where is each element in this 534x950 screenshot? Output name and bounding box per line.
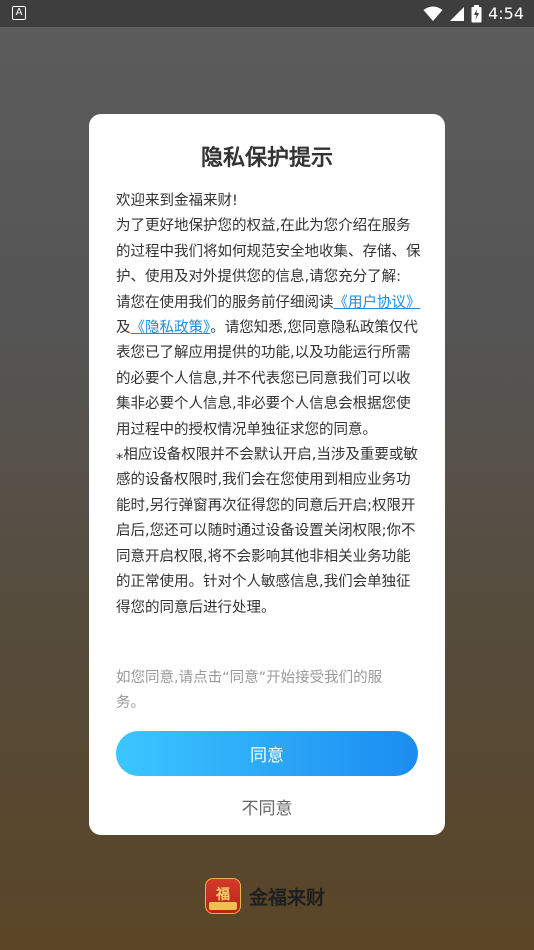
battery-icon (471, 4, 482, 22)
dialog-title: 隐私保护提示 (200, 146, 333, 171)
app-notification-icon: A (12, 6, 26, 20)
welcome-text: 欢迎来到金福来财! (116, 193, 238, 209)
brand-footer: 福 金福来财 (205, 877, 325, 915)
status-bar: A 4:54 (0, 0, 534, 27)
intro-text: 为了更好地保护您的权益,在此为您介绍在服务的过程中我们将如何规范安全地收集、存储… (116, 218, 421, 286)
app-logo: 福 (205, 878, 241, 914)
permission-text: ⁎相应设备权限并不会默认开启,当涉及重要或敏感的设备权限时,我们会在您使用到相应… (116, 447, 418, 616)
brand-name: 金福来财 (249, 886, 326, 909)
policy-paragraph: 请您在使用我们的服务前仔细阅读《用户协议》及《隐私政策》。请您知悉,您同意隐私政… (116, 291, 421, 443)
logo-mark: 福 (216, 887, 230, 903)
policy-prefix: 请您在使用我们的服务前仔细阅读 (116, 294, 334, 311)
logo-band (209, 902, 237, 910)
consent-hint: 如您同意,请点击“同意”开始接受我们的服务。 (116, 670, 383, 711)
status-icons: 4:54 (423, 3, 524, 24)
clock: 4:54 (488, 4, 524, 23)
agree-button[interactable]: 同意 (116, 731, 418, 776)
disagree-button[interactable]: 不同意 (89, 794, 445, 819)
privacy-dialog: 隐私保护提示 欢迎来到金福来财! 为了更好地保护您的权益,在此为您介绍在服务的过… (89, 114, 445, 835)
user-agreement-link[interactable]: 《用户协议》 (334, 295, 421, 311)
and-text: 及 (116, 320, 131, 337)
signal-icon (450, 6, 465, 21)
wifi-icon (423, 6, 443, 21)
dialog-body: 欢迎来到金福来财! 为了更好地保护您的权益,在此为您介绍在服务的过程中我们将如何… (116, 189, 421, 621)
policy-rest: 。请您知悉,您同意隐私政策仅代表您已了解应用提供的功能,以及功能运行所需的必要个… (116, 320, 418, 438)
privacy-policy-link[interactable]: 《隐私政策》 (131, 320, 211, 336)
